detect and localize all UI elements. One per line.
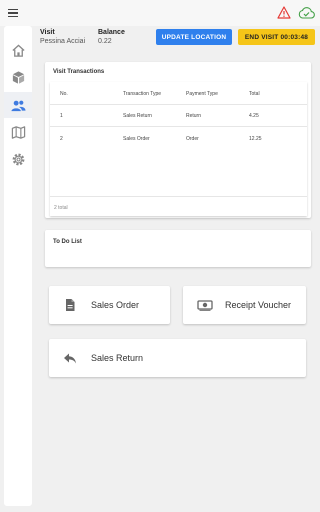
column-header[interactable]: Total <box>249 91 260 97</box>
sales-order-label: Sales Order <box>91 300 140 310</box>
sales-return-button[interactable]: Sales Return <box>49 339 306 377</box>
document-icon <box>66 299 75 311</box>
receipt-voucher-label: Receipt Voucher <box>225 300 292 310</box>
customer-name: Pessina Acciai <box>40 38 86 45</box>
cube-icon <box>12 70 24 84</box>
card-title: To Do List <box>53 239 82 245</box>
warning-triangle-icon[interactable] <box>277 6 291 19</box>
cloud-check-icon[interactable] <box>298 6 315 19</box>
visit-label: Visit <box>40 29 55 36</box>
update-location-button[interactable]: UPDATE LOCATION <box>156 29 232 45</box>
sales-order-button[interactable]: Sales Order <box>49 286 170 324</box>
sales-return-label: Sales Return <box>91 353 144 363</box>
map-icon <box>11 125 25 139</box>
cell-total: 4.25 <box>249 113 259 119</box>
top-bar <box>0 0 320 26</box>
cell-payment-type: Order <box>186 136 199 142</box>
transactions-table: No. Transaction Type Payment Type Total … <box>50 82 307 216</box>
sidebar <box>4 26 32 506</box>
total-count: 2 total <box>54 205 68 211</box>
cell-total: 12.25 <box>249 136 262 142</box>
row-divider <box>50 126 307 127</box>
column-header[interactable]: Payment Type <box>186 91 218 97</box>
header-divider <box>50 104 307 105</box>
sidebar-item-customers[interactable] <box>4 92 32 118</box>
column-header[interactable]: Transaction Type <box>123 91 161 97</box>
column-header[interactable]: No. <box>60 91 68 97</box>
gear-icon <box>12 153 24 165</box>
visit-transactions-card: Visit Transactions No. Transaction Type … <box>45 62 311 218</box>
hamburger-icon[interactable] <box>8 9 18 18</box>
footer-divider <box>50 196 307 197</box>
receipt-voucher-button[interactable]: Receipt Voucher <box>183 286 306 324</box>
people-icon <box>10 100 26 111</box>
sidebar-item-settings[interactable] <box>4 146 32 172</box>
visit-bar: Visit Pessina Acciai Balance 0.22 UPDATE… <box>36 26 320 50</box>
money-icon <box>197 300 213 311</box>
card-title: Visit Transactions <box>53 69 105 75</box>
sidebar-item-home[interactable] <box>4 37 32 63</box>
sidebar-item-map[interactable] <box>4 119 32 145</box>
sidebar-item-products[interactable] <box>4 64 32 90</box>
home-icon <box>11 43 25 57</box>
end-visit-button[interactable]: END VISIT 00:03:48 <box>238 29 315 45</box>
balance-value: 0.22 <box>98 38 112 45</box>
cell-no: 2 <box>60 136 63 142</box>
reply-arrow-icon <box>64 353 76 364</box>
cell-transaction-type: Sales Order <box>123 136 150 142</box>
cell-no: 1 <box>60 113 63 119</box>
cell-transaction-type: Sales Return <box>123 113 152 119</box>
cell-payment-type: Return <box>186 113 202 119</box>
todo-card: To Do List <box>45 230 311 267</box>
balance-label: Balance <box>98 29 125 36</box>
